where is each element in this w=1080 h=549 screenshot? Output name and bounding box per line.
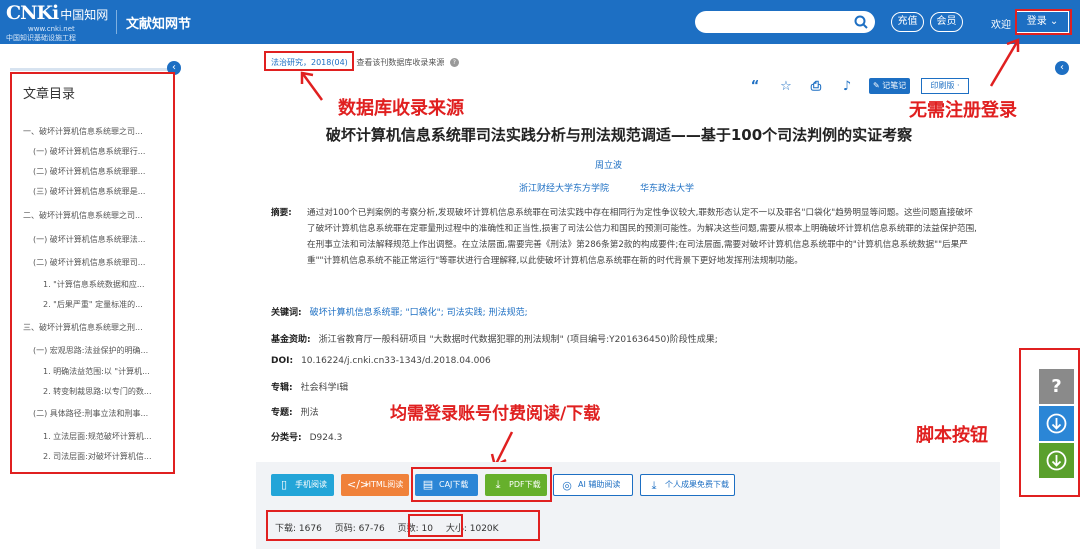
logo-subtitle: 中国知识基础设施工程	[6, 34, 76, 42]
info-icon[interactable]: ?	[449, 58, 459, 67]
sidebar-top-bar	[10, 68, 176, 71]
header-divider	[116, 10, 117, 34]
top-header: CNKi 中国知网 www.cnki.net 中国知识基础设施工程 文献知网节 充…	[0, 0, 1080, 44]
personal-download-button[interactable]: ⤓ 个人成果免费下载	[640, 474, 735, 496]
script-buttons-highlight-box	[1019, 348, 1080, 497]
article-title: 破坏计算机信息系统罪司法实践分析与刑法规范调适——基于100个司法判例的实证考察	[325, 126, 913, 144]
abstract-label: 摘要:	[271, 208, 292, 218]
login-highlight-box	[1015, 9, 1072, 35]
doi-row: DOI: 10.16224/j.cnki.cn33-1343/d.2018.04.…	[271, 356, 491, 366]
html-read-label: HTML阅读	[365, 480, 404, 489]
pay-annotation: 均需登录账号付费阅读/下载	[390, 404, 601, 424]
recharge-button[interactable]: 充值	[891, 12, 924, 32]
html-read-button[interactable]: </> HTML阅读	[341, 474, 409, 496]
cnki-logo[interactable]: CNKi 中国知网 www.cnki.net 中国知识基础设施工程	[6, 2, 110, 42]
logo-text: CNKi	[6, 2, 59, 24]
topic-label: 专题:	[271, 408, 293, 418]
print-icon[interactable]: ⎙	[808, 79, 824, 95]
script-annotation: 脚本按钮	[916, 425, 988, 446]
topic-value: 刑法	[300, 408, 319, 418]
login-arrow	[989, 38, 1020, 87]
abstract-text: 通过对100个已判案例的考察分析,发现破坏计算机信息系统罪在司法实践中存在相同行…	[307, 208, 977, 266]
section-title: 文献知网节	[126, 17, 192, 32]
quote-icon[interactable]: “	[747, 79, 763, 95]
class-label: 分类号:	[271, 433, 302, 443]
series-value: 社会科学Ⅰ辑	[300, 383, 349, 393]
source-highlight-box	[264, 51, 354, 71]
bell-icon[interactable]: ♪	[839, 79, 855, 95]
affiliation-link[interactable]: 浙江财经大学东方学院	[519, 181, 609, 194]
source-arrow	[300, 71, 324, 101]
ai-read-button[interactable]: ◎ AI 辅助阅读	[553, 474, 633, 496]
star-icon[interactable]: ☆	[778, 79, 794, 95]
search-box[interactable]	[695, 11, 875, 33]
search-icon[interactable]	[854, 15, 868, 29]
class-row: 分类号: D924.3	[271, 430, 342, 443]
page-count-highlight-box	[408, 514, 463, 537]
affiliation-link[interactable]: 华东政法大学	[640, 181, 694, 194]
welcome-text: 欢迎	[991, 20, 1011, 31]
series-row: 专辑: 社会科学Ⅰ辑	[271, 380, 348, 393]
doi-value: 10.16224/j.cnki.cn33-1343/d.2018.04.006	[301, 356, 491, 366]
member-button[interactable]: 会员	[930, 12, 963, 32]
phone-icon: ▯	[280, 478, 288, 491]
series-label: 专辑:	[271, 383, 293, 393]
search-input[interactable]	[705, 14, 845, 30]
keywords-row: 关键词: 破坏计算机信息系统罪; "口袋化"; 司法实践; 刑法规范;	[271, 305, 528, 318]
no-register-annotation: 无需注册登录	[909, 100, 1017, 121]
fund-label: 基金资助:	[271, 335, 311, 345]
ai-icon: ◎	[562, 479, 572, 492]
personal-download-label: 个人成果免费下载	[665, 480, 729, 489]
download-icon: ⤓	[651, 479, 657, 492]
stats-highlight-box	[266, 510, 540, 541]
fund-value[interactable]: 浙江省教育厅一般科研项目 "大数据时代数据犯罪的刑法规制" (项目编号:Y201…	[319, 335, 718, 345]
topic-row: 专题: 刑法	[271, 405, 319, 418]
print-version-label: 印刷版	[930, 81, 955, 90]
download-highlight-box	[411, 467, 552, 502]
collapse-right-icon[interactable]: ‹	[1055, 61, 1069, 75]
author-link[interactable]: 周立波	[595, 158, 622, 171]
fund-row: 基金资助: 浙江省教育厅一般科研项目 "大数据时代数据犯罪的刑法规制" (项目编号…	[271, 332, 718, 345]
logo-url: www.cnki.net	[28, 25, 75, 33]
db-source-link[interactable]: 查看该刊数据库收录来源	[356, 58, 444, 67]
note-label: 记笔记	[882, 81, 907, 90]
mobile-read-label: 手机阅读	[295, 480, 327, 489]
mobile-read-button[interactable]: ▯ 手机阅读	[271, 474, 334, 496]
doi-label: DOI:	[271, 356, 294, 366]
keywords-value[interactable]: 破坏计算机信息系统罪; "口袋化"; 司法实践; 刑法规范;	[310, 308, 528, 318]
class-value: D924.3	[309, 433, 343, 443]
print-version-button[interactable]: 印刷版 ·	[921, 78, 969, 94]
note-button[interactable]: ✎ 记笔记	[869, 78, 911, 94]
keywords-label: 关键词:	[271, 308, 302, 318]
ai-read-label: AI 辅助阅读	[578, 480, 621, 489]
logo-cn: 中国知网	[60, 8, 109, 22]
source-annotation: 数据库收录来源	[338, 98, 464, 119]
code-icon: </>	[347, 478, 370, 491]
